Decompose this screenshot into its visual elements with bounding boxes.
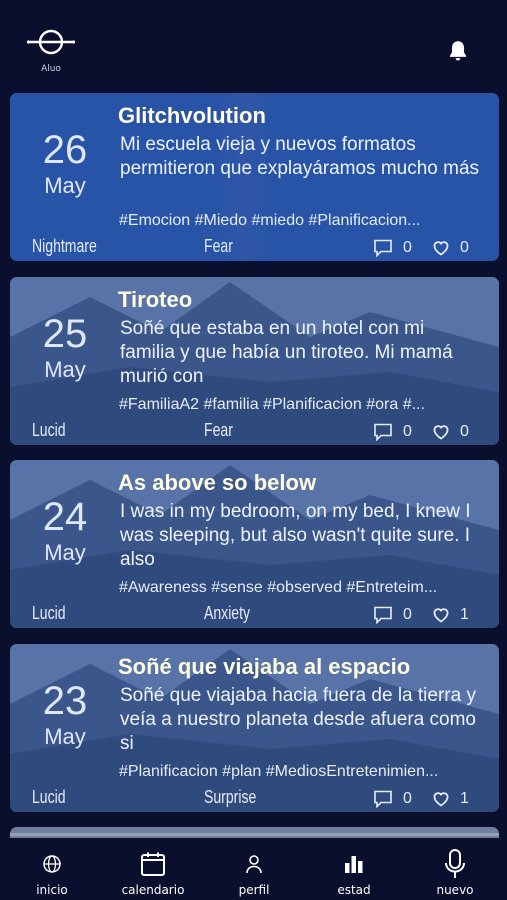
card-text: Soñé que viajaba hacia fuera de la tierr… <box>120 685 476 754</box>
emotion-label: Anxiety <box>204 603 251 623</box>
globe-icon <box>43 855 61 873</box>
bottom-tab-bar: inicio calendario perfil estad nuevo <box>0 840 507 900</box>
comment-icon <box>374 423 392 441</box>
calendar-icon <box>141 852 165 876</box>
dream-type-label: Nightmare <box>32 236 97 256</box>
bar-chart-icon <box>345 856 363 873</box>
comment-count: 0 <box>403 790 412 807</box>
comments-button[interactable]: 0 <box>373 238 412 258</box>
comment-count: 0 <box>403 606 412 623</box>
dream-card[interactable]: 25 May Tiroteo Soñé que estaba en un hot… <box>10 277 499 445</box>
tab-perfil[interactable]: perfil <box>209 840 299 900</box>
tab-calendario[interactable]: calendario <box>108 840 198 900</box>
card-date-month: May <box>44 357 86 382</box>
tab-inicio[interactable]: inicio <box>7 840 97 900</box>
comment-count: 0 <box>403 239 412 256</box>
like-count: 1 <box>460 606 469 623</box>
like-count: 0 <box>460 239 469 256</box>
tab-label: perfil <box>238 883 270 897</box>
logo-label: Aluo <box>41 64 61 74</box>
card-text: I was in my bedroom, on my bed, I knew I… <box>120 501 471 570</box>
emotion-label: Surprise <box>204 787 257 807</box>
dream-card[interactable]: 23 May Soñé que viajaba al espacio Soñé … <box>10 644 499 812</box>
tab-label: nuevo <box>436 883 474 897</box>
comment-count: 0 <box>403 423 412 440</box>
comments-button[interactable]: 0 <box>373 605 412 625</box>
like-count: 1 <box>460 790 469 807</box>
tab-label: calendario <box>121 883 185 897</box>
card-tags[interactable]: #Awareness #sense #observed #Entreteim..… <box>119 579 491 597</box>
person-icon <box>246 855 262 874</box>
comment-icon <box>374 790 392 808</box>
dream-type-label: Lucid <box>32 603 66 623</box>
card-date-day: 26 <box>42 128 88 172</box>
card-title: As above so below <box>118 470 317 495</box>
heart-icon <box>433 241 449 256</box>
card-date-day: 24 <box>42 495 88 539</box>
card-title: Tiroteo <box>118 287 193 312</box>
dream-feed[interactable]: 26 May Glitchvolution Mi escuela vieja y… <box>10 93 499 838</box>
orbit-logo-icon <box>26 29 76 55</box>
microphone-icon <box>445 849 465 878</box>
dream-type-label: Lucid <box>32 787 66 807</box>
card-date-day: 23 <box>42 679 88 723</box>
card-text: Soñé que estaba en un hotel con mi famil… <box>120 318 453 387</box>
comments-button[interactable]: 0 <box>373 422 412 442</box>
dream-card[interactable]: 26 May Glitchvolution Mi escuela vieja y… <box>10 93 499 261</box>
dream-card[interactable]: 24 May As above so below I was in my bed… <box>10 460 499 628</box>
card-date-month: May <box>44 173 86 198</box>
like-button[interactable]: 1 <box>432 605 469 625</box>
card-date-month: May <box>44 724 86 749</box>
heart-icon <box>433 792 449 807</box>
card-title: Soñé que viajaba al espacio <box>118 654 411 679</box>
status-bar <box>0 0 507 24</box>
emotion-label: Fear <box>204 236 233 256</box>
like-button[interactable]: 0 <box>432 422 469 442</box>
like-button[interactable]: 0 <box>432 238 469 258</box>
card-tags[interactable]: #Planificacion #plan #MediosEntretenimie… <box>119 763 491 781</box>
card-tags[interactable]: #FamiliaA2 #familia #Planificacion #ora … <box>119 396 491 414</box>
like-button[interactable]: 1 <box>432 789 469 809</box>
tab-nuevo[interactable]: nuevo <box>410 840 500 900</box>
comments-button[interactable]: 0 <box>373 789 412 809</box>
dream-card-partial[interactable] <box>10 827 499 838</box>
card-tags[interactable]: #Emocion #Miedo #miedo #Planificacion... <box>119 212 491 230</box>
card-date-day: 25 <box>42 312 88 356</box>
heart-icon <box>433 608 449 623</box>
emotion-label: Fear <box>204 420 233 440</box>
dream-type-label: Lucid <box>32 420 66 440</box>
card-text: Mi escuela vieja y nuevos formatos permi… <box>120 134 480 179</box>
app-logo[interactable]: Aluo <box>26 26 76 74</box>
tab-label: inicio <box>36 883 68 897</box>
like-count: 0 <box>460 423 469 440</box>
notifications-button[interactable] <box>445 38 471 64</box>
bell-icon <box>449 41 467 61</box>
comment-icon <box>374 606 392 624</box>
tab-label: estad <box>337 883 371 897</box>
card-background-image <box>10 827 499 838</box>
tab-estad[interactable]: estad <box>309 840 399 900</box>
card-date-month: May <box>44 540 86 565</box>
app-header: Aluo <box>0 24 507 86</box>
card-title: Glitchvolution <box>118 103 266 128</box>
heart-icon <box>433 425 449 440</box>
comment-icon <box>374 239 392 257</box>
